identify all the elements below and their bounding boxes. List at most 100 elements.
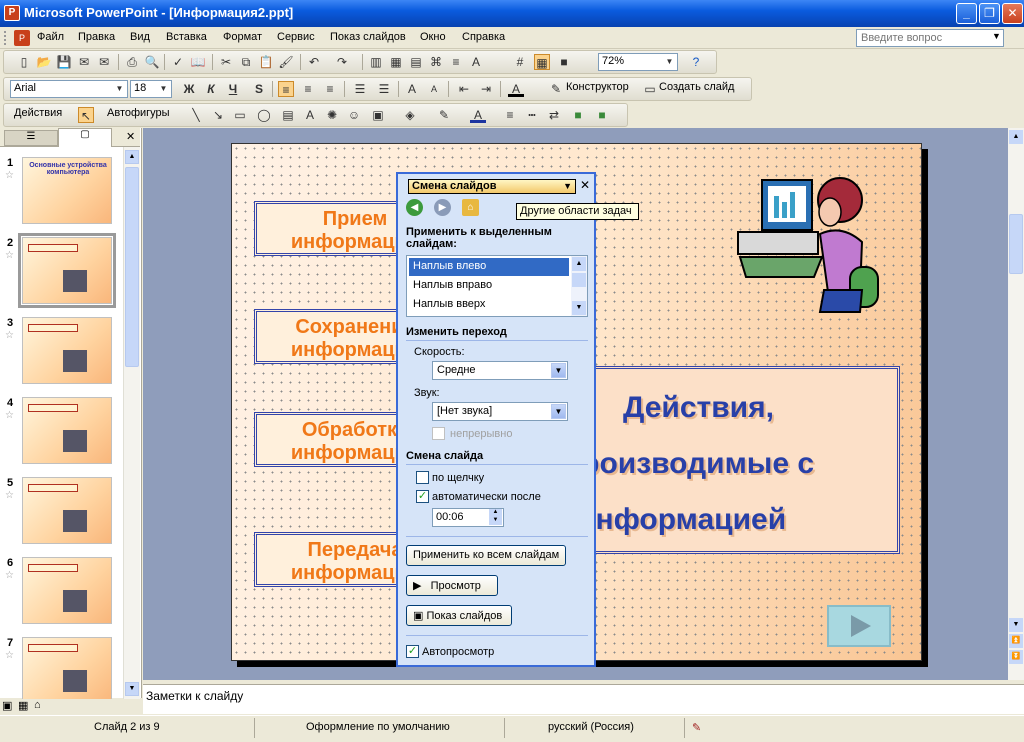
underline-button[interactable]: Ч [225,81,241,97]
autoshapes-menu-button[interactable]: Автофигуры [107,107,170,119]
menu-grip[interactable] [4,31,14,45]
chevron-down-icon[interactable]: ▼ [663,55,676,69]
rectangle-icon[interactable]: ▭ [232,107,248,123]
cut-icon[interactable]: ✂ [218,54,234,70]
align-right-icon[interactable]: ≡ [322,81,338,97]
scroll-up-icon[interactable]: ▲ [1009,130,1023,144]
decrease-font-icon[interactable]: A [426,81,442,97]
wordart-icon[interactable]: A [302,107,318,123]
apply-all-button[interactable]: Применить ко всем слайдам [406,545,567,566]
on-click-checkbox[interactable] [416,471,429,484]
picture-icon[interactable]: ▣ [370,107,386,123]
menu-window[interactable]: Окно [420,31,446,43]
tab-slides[interactable]: ▢ [58,128,112,147]
next-slide-action-button[interactable] [827,605,891,647]
close-icon[interactable]: ✕ [126,130,135,143]
3d-style-icon[interactable]: ■ [594,107,610,123]
time-spinner[interactable]: 00:06 ▲ ▼ [432,508,504,527]
task-pane-selector[interactable]: Смена слайдов ▼ [408,179,576,194]
chevron-down-icon[interactable]: ▼ [551,404,566,419]
diagram-icon[interactable]: ✺ [324,107,340,123]
actions-menu-button[interactable]: Действия [14,107,62,119]
align-center-icon[interactable]: ≡ [300,81,316,97]
open-icon[interactable]: 📂 [36,54,52,70]
auto-after-checkbox[interactable]: ✓ [416,490,429,503]
undo-icon[interactable]: ↶ [306,54,322,70]
slide-thumbnail[interactable] [22,397,112,464]
slide-thumbnail[interactable] [22,317,112,384]
loop-checkbox[interactable] [432,427,445,440]
scroll-up-icon[interactable]: ▲ [125,150,139,164]
close-icon[interactable]: ✕ [580,178,590,192]
print-icon[interactable]: ⎙ [124,54,140,70]
color-grayscale-icon[interactable]: ■ [556,54,572,70]
forward-icon[interactable]: ▶ [434,199,451,216]
menu-tools[interactable]: Сервис [277,31,315,43]
arrow-style-icon[interactable]: ⇄ [546,107,562,123]
list-item[interactable]: Наплыв влево [409,258,569,276]
align-left-icon[interactable]: ≡ [278,81,294,97]
design-icon[interactable]: ✎ [548,81,564,97]
menu-insert[interactable]: Вставка [166,31,207,43]
menu-edit[interactable]: Правка [78,31,115,43]
help-dropdown-icon[interactable]: ▼ [992,31,1001,41]
paste-icon[interactable]: 📋 [258,54,274,70]
copy-icon[interactable]: ⧉ [238,54,254,70]
slide-thumbnail[interactable] [22,637,112,699]
document-icon[interactable]: P [14,30,30,46]
show-formatting-icon[interactable]: A [468,54,484,70]
menu-view[interactable]: Вид [130,31,150,43]
format-painter-icon[interactable]: 🖌 [278,54,294,70]
notes-pane[interactable]: Заметки к слайду [143,684,1024,714]
chevron-down-icon[interactable]: ▼ [157,82,170,96]
slideshow-view-icon[interactable]: ⌂ [34,699,41,711]
table-icon[interactable]: ▦ [388,54,404,70]
home-icon[interactable]: ⌂ [462,199,479,216]
autopreview-checkbox[interactable]: ✓ [406,645,419,658]
tables-borders-icon[interactable]: ▤ [408,54,424,70]
permission-icon[interactable]: ✉ [76,54,92,70]
scroll-thumb[interactable] [125,167,139,367]
list-item[interactable]: Наплыв вверх [409,296,569,314]
spin-up-icon[interactable]: ▲ [489,509,502,517]
new-slide-icon[interactable]: ▭ [642,81,658,97]
normal-view-icon[interactable]: ▣ [2,699,12,712]
close-button[interactable]: ✕ [1002,3,1023,24]
help-search-input[interactable] [856,29,1004,47]
increase-indent-icon[interactable]: ⇥ [478,81,494,97]
increase-font-icon[interactable]: A [404,81,420,97]
shadow-style-icon[interactable]: ■ [570,107,586,123]
menu-file[interactable]: Файл [37,31,64,43]
slideshow-button[interactable]: ▣ Показ слайдов [406,605,512,626]
slide-scrollbar[interactable]: ▲ ▼ ⏫ ⏬ [1008,128,1024,680]
redo-icon[interactable]: ↷ [334,54,350,70]
speed-select[interactable]: Средне ▼ [432,361,568,380]
expand-icon[interactable]: ≡ [448,54,464,70]
sound-select[interactable]: [Нет звука] ▼ [432,402,568,421]
previous-slide-icon[interactable]: ⏫ [1009,634,1023,648]
slide-sorter-icon[interactable]: ▦ [18,699,28,712]
fill-color-icon[interactable]: ◈ [402,107,418,123]
slide-thumbnail[interactable] [22,557,112,624]
slides-scrollbar[interactable]: ▲ ▼ [123,147,140,699]
font-color-draw-icon[interactable]: A [470,107,486,123]
minimize-button[interactable]: _ [956,3,977,24]
menu-help[interactable]: Справка [462,31,505,43]
clipart-icon[interactable]: ☺ [346,107,362,123]
dash-style-icon[interactable]: ┅ [524,107,540,123]
scroll-thumb[interactable] [1009,214,1023,274]
italic-button[interactable]: К [203,81,219,97]
main-text-box[interactable]: Действия, производимые с информацией [563,366,900,554]
scroll-thumb[interactable] [572,273,586,287]
tab-outline[interactable]: ☰ [4,130,58,146]
new-slide-button[interactable]: Создать слайд [659,81,734,93]
research-icon[interactable]: 📖 [190,54,206,70]
textbox-icon[interactable]: ▤ [280,107,296,123]
chart-icon[interactable]: ▥ [368,54,384,70]
shadow-button[interactable]: S [251,81,267,97]
chevron-down-icon[interactable]: ▼ [563,180,572,193]
new-icon[interactable]: ▯ [16,54,32,70]
line-icon[interactable]: ╲ [188,107,204,123]
grid-toggle-icon[interactable]: ▦ [534,54,550,70]
scroll-down-icon[interactable]: ▼ [1009,618,1023,632]
